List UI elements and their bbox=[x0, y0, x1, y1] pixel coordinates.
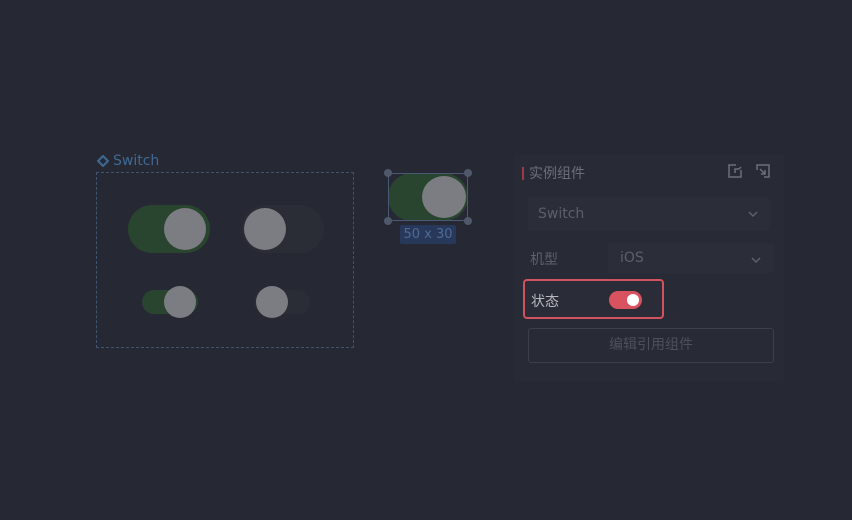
switch-knob bbox=[256, 286, 288, 318]
canvas: Switch 50 x 30 实例组件 Switch 机型 iOS 状态 编辑引… bbox=[0, 0, 852, 520]
chevron-down-icon bbox=[746, 197, 760, 231]
switch-knob bbox=[244, 208, 286, 250]
diamond-icon bbox=[97, 155, 109, 167]
title-accent-bar bbox=[522, 166, 524, 180]
switch-variant-large-on[interactable] bbox=[128, 205, 210, 253]
share-icon[interactable] bbox=[727, 163, 743, 179]
properties-panel: 实例组件 Switch 机型 iOS 状态 编辑引用组件 bbox=[514, 153, 784, 383]
detach-icon[interactable] bbox=[755, 163, 771, 179]
toggle-knob bbox=[627, 294, 639, 306]
edit-referenced-component-button[interactable]: 编辑引用组件 bbox=[528, 328, 774, 363]
switch-variant-small-on[interactable] bbox=[142, 286, 198, 318]
component-frame-name: Switch bbox=[113, 153, 160, 169]
component-frame-label[interactable]: Switch bbox=[97, 153, 159, 169]
panel-title: 实例组件 bbox=[529, 166, 585, 182]
state-label: 状态 bbox=[531, 294, 559, 310]
component-select[interactable]: Switch bbox=[528, 197, 770, 231]
component-frame[interactable] bbox=[96, 172, 354, 348]
chevron-down-icon bbox=[749, 243, 763, 277]
model-select[interactable]: iOS bbox=[608, 243, 774, 273]
selection-size-tag: 50 x 30 bbox=[400, 225, 456, 244]
switch-knob bbox=[422, 176, 466, 218]
selected-switch-instance[interactable] bbox=[388, 173, 468, 221]
state-property-row: 状态 bbox=[523, 279, 664, 319]
model-label: 机型 bbox=[530, 252, 558, 268]
resize-handle-bottom-right[interactable] bbox=[464, 217, 472, 225]
switch-knob bbox=[164, 286, 196, 318]
switch-variant-small-off[interactable] bbox=[254, 286, 310, 318]
component-select-value: Switch bbox=[538, 206, 585, 222]
switch-variant-large-off[interactable] bbox=[242, 205, 324, 253]
switch-knob bbox=[164, 208, 206, 250]
resize-handle-bottom-left[interactable] bbox=[384, 217, 392, 225]
resize-handle-top-right[interactable] bbox=[464, 169, 472, 177]
state-toggle[interactable] bbox=[609, 291, 642, 309]
resize-handle-top-left[interactable] bbox=[384, 169, 392, 177]
panel-header: 实例组件 bbox=[522, 163, 585, 183]
model-select-value: iOS bbox=[620, 250, 644, 266]
